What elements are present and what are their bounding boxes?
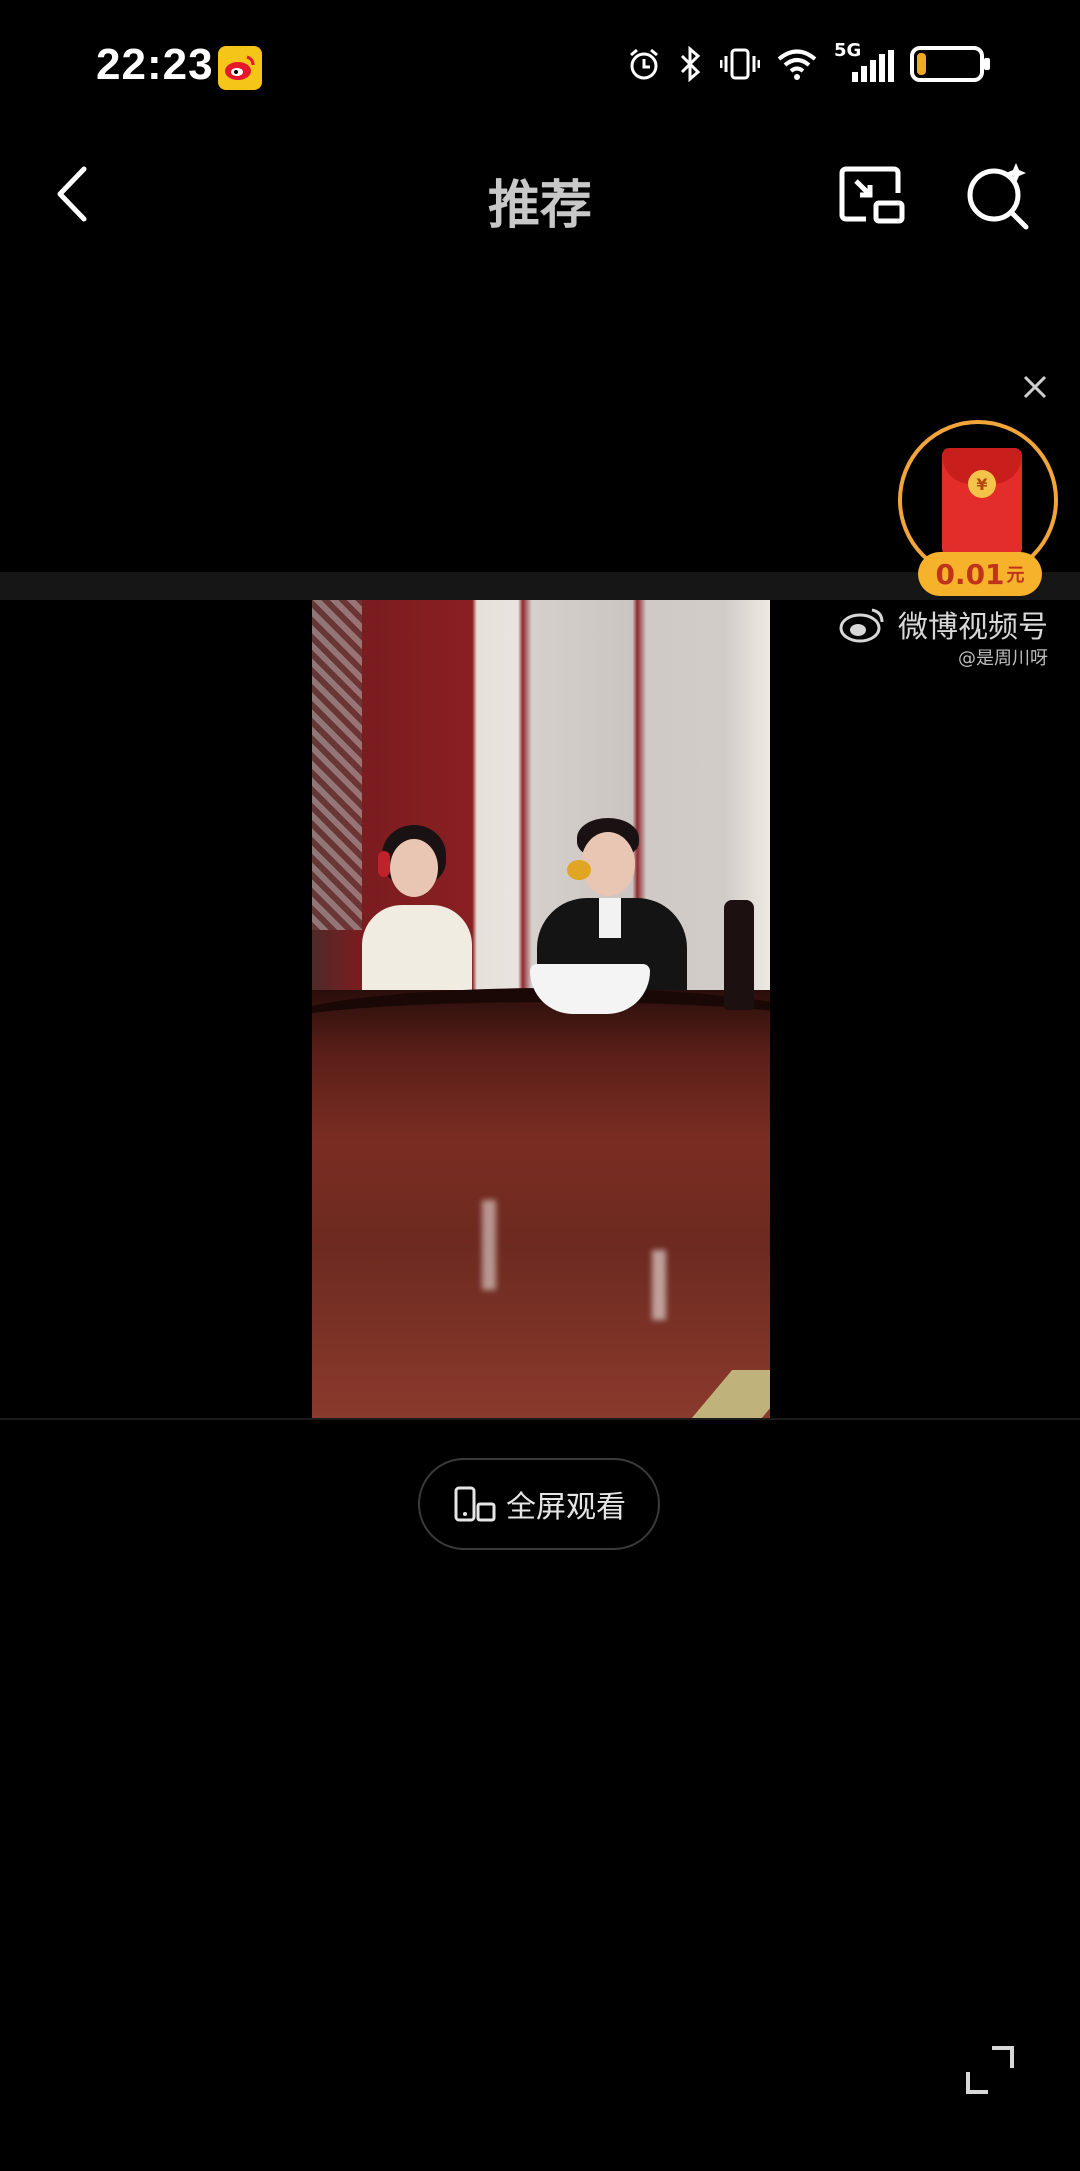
wifi-icon: [777, 49, 817, 80]
page-title: 推荐: [487, 176, 592, 236]
close-icon[interactable]: [1020, 372, 1050, 402]
video-bottom-divider: [0, 1418, 1080, 1420]
battery-icon: [910, 46, 990, 82]
video-watermark: 微博视频号 @是周川呀: [838, 602, 1048, 672]
video-woman: [352, 825, 472, 1015]
bluetooth-icon: [680, 46, 701, 82]
status-icons: 5G: [626, 40, 990, 84]
red-packet-unit: 元: [1006, 565, 1025, 586]
fullscreen-label: 全屏观看: [506, 1490, 626, 1525]
video-reflection: [652, 1250, 666, 1320]
picture-in-picture-icon[interactable]: [836, 159, 908, 231]
video-player[interactable]: [312, 600, 770, 1418]
weibo-badge-icon: [218, 46, 262, 90]
watermark-username: @是周川呀: [958, 648, 1048, 669]
phone-rotate-icon: [454, 1486, 496, 1522]
search-icon[interactable]: [962, 159, 1034, 231]
red-packet-widget[interactable]: ¥ 0.01 元: [898, 420, 1064, 598]
battery-fill: [917, 53, 926, 75]
fullscreen-watch-button[interactable]: 全屏观看: [418, 1458, 660, 1550]
weibo-logo-icon: [839, 608, 884, 643]
red-envelope-icon: ¥: [942, 448, 1022, 558]
signal-icon: 5G: [834, 40, 894, 84]
video-wine-bottle: [724, 900, 754, 1010]
red-packet-amount-badge: 0.01 元: [918, 552, 1042, 596]
red-packet-amount: 0.01: [935, 557, 1005, 591]
vibrate-icon: [720, 48, 760, 80]
expand-icon[interactable]: [962, 2042, 1018, 2098]
top-nav: 推荐: [0, 135, 1080, 255]
status-time: 22:23: [96, 40, 214, 89]
video-reflection: [482, 1200, 496, 1290]
alarm-icon: [630, 48, 658, 80]
status-bar: 22:23 5G: [0, 0, 1080, 135]
watermark-brand: 微博视频号: [898, 610, 1048, 645]
